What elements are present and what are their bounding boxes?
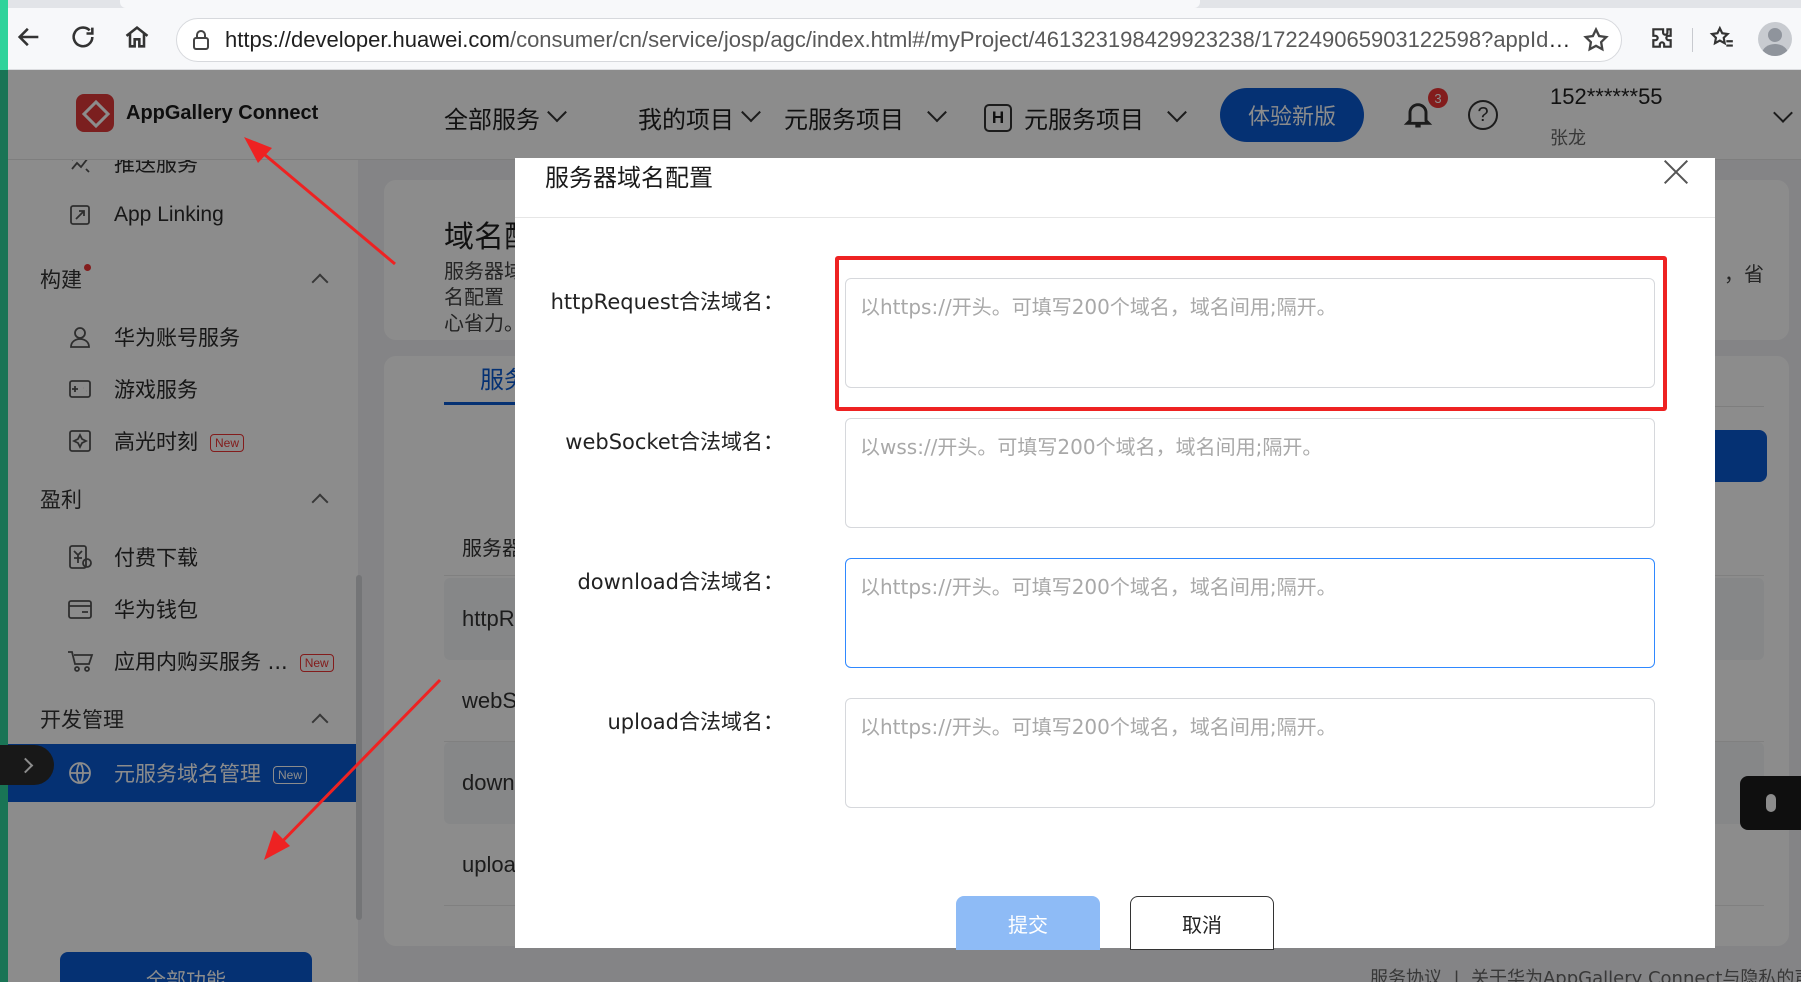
websocket-label: webSocket合法域名： (565, 430, 784, 454)
download-domain-input[interactable] (845, 558, 1655, 668)
url-path: /consumer/cn/service/josp/agc/index.html… (509, 27, 1571, 52)
toolbar-separator (1692, 28, 1693, 52)
upload-label: upload合法域名： (607, 710, 784, 734)
dialog-title: 服务器域名配置 (545, 164, 713, 192)
websocket-domain-input[interactable] (845, 418, 1655, 528)
home-icon[interactable] (120, 20, 154, 54)
submit-button[interactable]: 提交 (956, 896, 1100, 950)
profile-avatar[interactable] (1758, 22, 1792, 56)
cancel-button[interactable]: 取消 (1130, 896, 1274, 950)
httprequest-label: httpRequest合法域名： (550, 290, 784, 314)
download-label: download合法域名： (577, 570, 784, 594)
favorites-icon[interactable] (1706, 22, 1738, 54)
bookmark-star-icon[interactable] (1571, 26, 1621, 54)
upload-domain-input[interactable] (845, 698, 1655, 808)
url-text[interactable]: https://developer.huawei.com/consumer/cn… (225, 27, 1571, 53)
back-icon[interactable] (12, 20, 46, 54)
httprequest-domain-input[interactable] (845, 278, 1655, 388)
reload-icon[interactable] (66, 20, 100, 54)
extensions-icon[interactable] (1646, 22, 1678, 54)
address-bar[interactable]: https://developer.huawei.com/consumer/cn… (176, 18, 1622, 62)
lock-icon[interactable] (177, 29, 225, 51)
dialog-divider (515, 217, 1715, 218)
server-domain-config-dialog: 服务器域名配置 httpRequest合法域名： webSocket合法域名： … (515, 158, 1715, 950)
browser-toolbar: https://developer.huawei.com/consumer/cn… (0, 0, 1801, 70)
active-tab[interactable] (120, 0, 1200, 8)
url-host: https://developer.huawei.com (225, 27, 510, 52)
close-icon[interactable] (1661, 158, 1691, 188)
tab-strip (0, 0, 1801, 8)
